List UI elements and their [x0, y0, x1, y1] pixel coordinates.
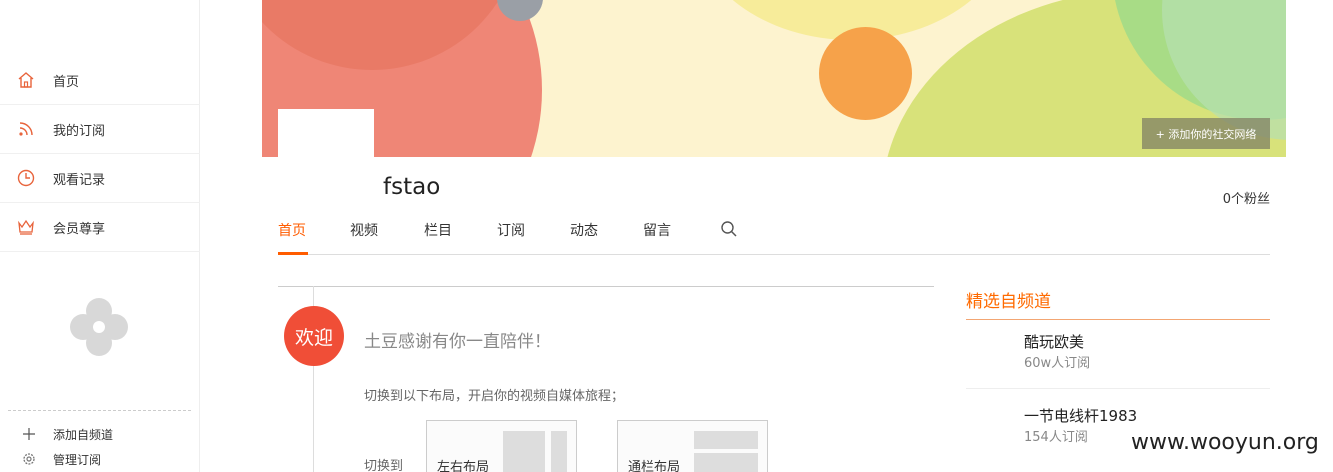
layout-preview-block	[694, 431, 758, 449]
channel-thumbnail[interactable]	[966, 331, 1014, 379]
sidebar-item-label: 首页	[53, 74, 80, 90]
watermark: www.wooyun.org	[1127, 428, 1323, 457]
tab-comments[interactable]: 留言	[643, 220, 671, 240]
add-channel-button[interactable]: 添加自频道	[0, 422, 200, 446]
active-tab-indicator	[278, 252, 308, 255]
banner-shape	[819, 27, 912, 120]
crown-icon	[16, 217, 36, 237]
featured-channel-item[interactable]: 酷玩欧美 60w人订阅	[966, 321, 1270, 395]
featured-channels-title: 精选自频道	[966, 292, 1051, 312]
welcome-badge: 欢迎	[284, 306, 344, 366]
layout-option-left-right[interactable]: 左右布局	[426, 420, 577, 472]
channel-tabs: 首页 视频 栏目 订阅 动态 留言	[278, 210, 1270, 255]
welcome-message: 土豆感谢有你一直陪伴！	[364, 332, 551, 352]
layout-option-label: 左右布局	[437, 460, 490, 472]
plus-icon	[21, 426, 37, 442]
layout-option-full-width[interactable]: 通栏布局	[617, 420, 768, 472]
clock-icon	[16, 168, 36, 188]
manage-subscriptions-button[interactable]: 管理订阅	[0, 447, 200, 471]
home-icon	[16, 70, 36, 90]
layout-preview-block	[503, 431, 545, 472]
sidebar-item-history[interactable]: 观看记录	[0, 154, 200, 203]
featured-title-underline	[966, 319, 1270, 320]
layout-option-label: 通栏布局	[628, 460, 681, 472]
welcome-panel-divider	[278, 286, 934, 287]
layout-preview-block	[694, 453, 758, 472]
channel-banner	[262, 0, 1286, 157]
sidebar-item-label: 我的订阅	[53, 123, 106, 139]
sidebar-item-label: 观看记录	[53, 172, 106, 188]
tab-videos[interactable]: 视频	[350, 220, 378, 240]
channel-divider	[966, 388, 1270, 389]
gear-icon	[21, 451, 37, 467]
channel-subscriber-count: 60w人订阅	[1024, 356, 1091, 371]
tab-columns[interactable]: 栏目	[424, 220, 452, 240]
fan-count[interactable]: 0个粉丝	[1223, 188, 1270, 207]
sidebar: 首页 我的订阅 观看记录 会员尊享 添加自频道 管理订阅	[0, 0, 200, 472]
tab-activity[interactable]: 动态	[570, 220, 598, 240]
tab-home[interactable]: 首页	[278, 220, 306, 240]
sidebar-item-subscriptions[interactable]: 我的订阅	[0, 105, 200, 154]
sidebar-item-label: 会员尊享	[53, 221, 106, 237]
flower-placeholder-icon	[68, 296, 130, 358]
page-root: 首页 我的订阅 观看记录 会员尊享 添加自频道 管理订阅 + 添加你的社交网络 …	[0, 0, 1333, 472]
layout-hint: 切换到以下布局，开启你的视频自媒体旅程；	[364, 389, 625, 404]
layout-preview-block	[551, 431, 567, 472]
username: fstao	[383, 174, 441, 200]
add-channel-label: 添加自频道	[53, 427, 114, 442]
avatar[interactable]	[278, 109, 374, 205]
sidebar-divider	[8, 410, 191, 411]
tab-subscriptions[interactable]: 订阅	[497, 220, 525, 240]
channel-thumbnail[interactable]	[966, 405, 1014, 453]
channel-name[interactable]: 酷玩欧美	[1024, 331, 1084, 352]
search-icon[interactable]	[720, 220, 738, 238]
sidebar-item-home[interactable]: 首页	[0, 56, 200, 105]
channel-name[interactable]: 一节电线杆1983	[1024, 405, 1137, 426]
manage-subscriptions-label: 管理订阅	[53, 452, 102, 467]
switch-to-label: 切换到	[364, 459, 404, 472]
channel-subscriber-count: 154人订阅	[1024, 430, 1088, 445]
sidebar-item-vip[interactable]: 会员尊享	[0, 203, 200, 252]
add-social-network-button[interactable]: + 添加你的社交网络	[1142, 118, 1270, 149]
rss-icon	[16, 119, 36, 139]
